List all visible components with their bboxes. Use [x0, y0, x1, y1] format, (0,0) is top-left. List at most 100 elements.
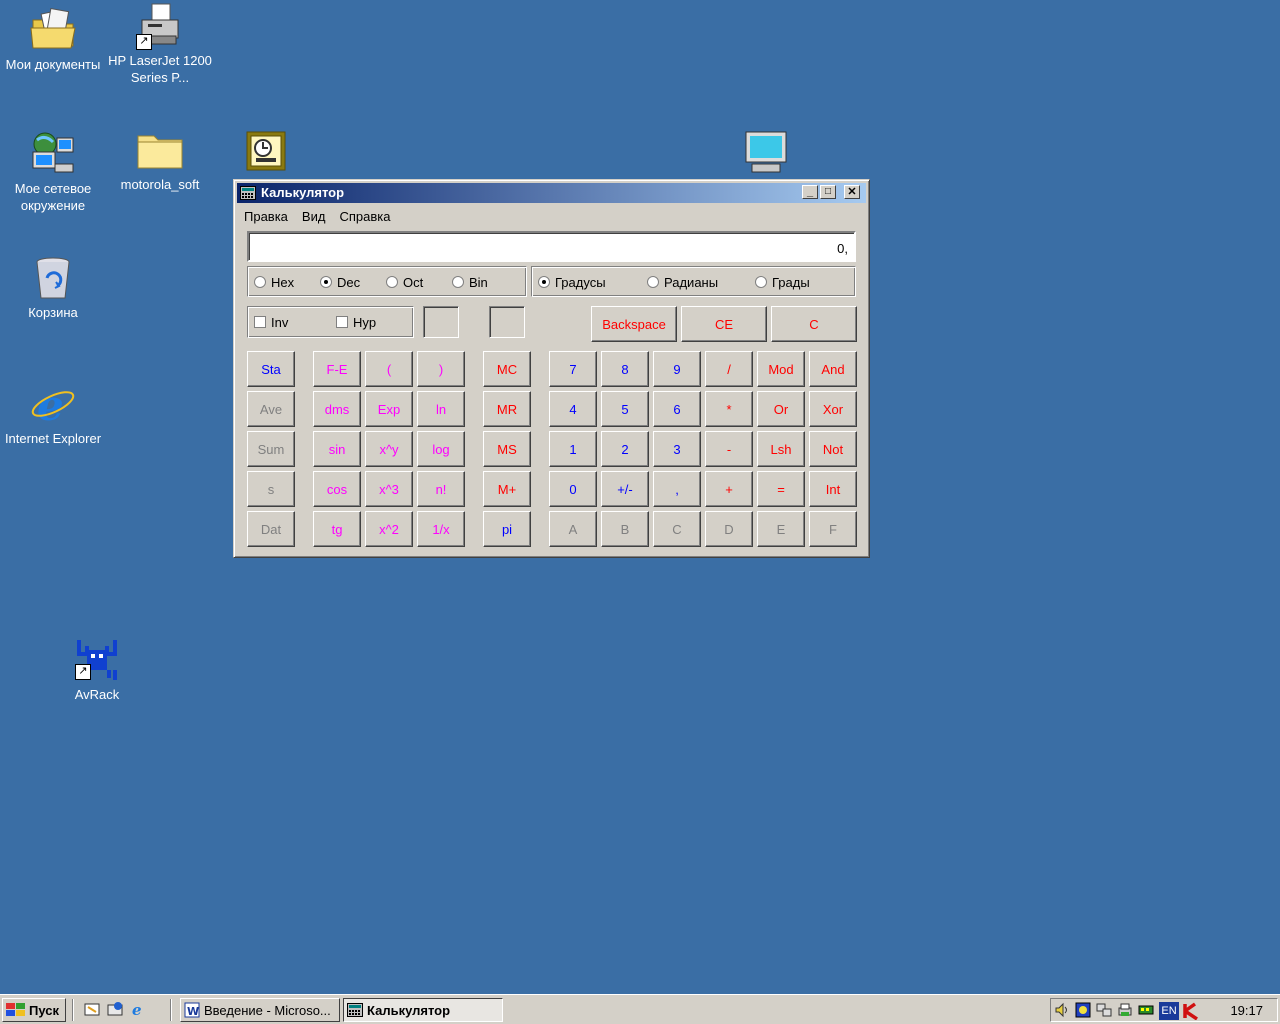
digit-2-button[interactable]: 2 [601, 431, 649, 467]
start-label: Пуск [29, 1002, 59, 1018]
network-connection-icon[interactable] [1096, 1002, 1112, 1018]
digit-5-button[interactable]: 5 [601, 391, 649, 427]
sci-button[interactable]: cos [313, 471, 361, 507]
hex-c-button[interactable]: C [653, 511, 701, 547]
digit-6-button[interactable]: 6 [653, 391, 701, 427]
desktop-icon-motorola-soft[interactable]: motorola_soft [105, 126, 215, 193]
sci-button[interactable]: ln [417, 391, 465, 427]
sci-button[interactable]: F-E [313, 351, 361, 387]
radio-oct[interactable]: Oct [386, 275, 423, 290]
sci-button[interactable]: log [417, 431, 465, 467]
internet-explorer-quicklaunch-icon[interactable]: e [130, 1001, 146, 1017]
stat-button-sum[interactable]: Sum [247, 431, 295, 467]
backspace-button[interactable]: Backspace [591, 306, 677, 342]
clock[interactable]: 19:17 [1230, 1003, 1263, 1018]
menu-view[interactable]: Вид [295, 207, 333, 226]
sci-button[interactable]: x^2 [365, 511, 413, 547]
title-bar[interactable]: Калькулятор _ □ ✕ [237, 183, 866, 203]
clear-entry-button[interactable]: CE [681, 306, 767, 342]
sci-button[interactable]: dms [313, 391, 361, 427]
sci-button[interactable]: ) [417, 351, 465, 387]
sci-button[interactable]: 1/x [417, 511, 465, 547]
sci-button[interactable]: x^3 [365, 471, 413, 507]
stat-button-s[interactable]: s [247, 471, 295, 507]
stat-button-sta[interactable]: Sta [247, 351, 295, 387]
hex-f-button[interactable]: F [809, 511, 857, 547]
desktop-icon-internet-explorer[interactable]: e Internet Explorer [0, 380, 108, 447]
desktop-icon-printer[interactable]: ↗ HP LaserJet 1200 Series P... [105, 2, 215, 86]
start-button[interactable]: Пуск [2, 998, 66, 1022]
desktop-icon-scheduler[interactable] [246, 131, 286, 171]
memory-store-button[interactable]: MS [483, 431, 531, 467]
equals-button[interactable]: = [757, 471, 805, 507]
decimal-button[interactable]: , [653, 471, 701, 507]
stat-button-ave[interactable]: Ave [247, 391, 295, 427]
antivirus-monitor-icon[interactable] [1075, 1002, 1091, 1018]
hex-a-button[interactable]: A [549, 511, 597, 547]
digit-3-button[interactable]: 3 [653, 431, 701, 467]
maximize-button[interactable]: □ [820, 185, 836, 199]
radio-hex[interactable]: Hex [254, 275, 294, 290]
desktop-icon-network[interactable]: Мое сетевое окружение [0, 130, 108, 214]
desktop-icon-label: AvRack [74, 687, 120, 702]
memory-clear-button[interactable]: MC [483, 351, 531, 387]
sci-button[interactable]: sin [313, 431, 361, 467]
menu-help[interactable]: Справка [332, 207, 397, 226]
language-indicator[interactable]: EN [1159, 1002, 1179, 1020]
add-button[interactable]: + [705, 471, 753, 507]
hex-b-button[interactable]: B [601, 511, 649, 547]
memory-recall-button[interactable]: MR [483, 391, 531, 427]
or-button[interactable]: Or [757, 391, 805, 427]
sci-button[interactable]: ( [365, 351, 413, 387]
divide-button[interactable]: / [705, 351, 753, 387]
radio-dec[interactable]: Dec [320, 275, 360, 290]
multiply-button[interactable]: * [705, 391, 753, 427]
desktop-icon-my-documents[interactable]: Мои документы [0, 6, 108, 73]
negate-button[interactable]: +/- [601, 471, 649, 507]
show-desktop-icon[interactable] [84, 1001, 100, 1017]
task-label: Введение - Microso... [204, 1002, 331, 1018]
desktop-icon-avrack[interactable]: ↗ AvRack [42, 636, 152, 703]
desktop-icon-my-computer[interactable] [742, 130, 790, 178]
kaspersky-icon[interactable] [1182, 1002, 1202, 1020]
digit-9-button[interactable]: 9 [653, 351, 701, 387]
mod-button[interactable]: Mod [757, 351, 805, 387]
checkbox-hyp[interactable]: Hyp [336, 315, 376, 330]
digit-1-button[interactable]: 1 [549, 431, 597, 467]
minimize-button[interactable]: _ [802, 185, 818, 199]
hex-d-button[interactable]: D [705, 511, 753, 547]
memory-add-button[interactable]: M+ [483, 471, 531, 507]
digit-4-button[interactable]: 4 [549, 391, 597, 427]
sci-button[interactable]: Exp [365, 391, 413, 427]
radio-radians[interactable]: Радианы [647, 275, 718, 290]
digit-8-button[interactable]: 8 [601, 351, 649, 387]
outlook-express-icon[interactable] [107, 1001, 123, 1017]
not-button[interactable]: Not [809, 431, 857, 467]
printer-tray-icon[interactable] [1117, 1002, 1133, 1018]
pi-button[interactable]: pi [483, 511, 531, 547]
and-button[interactable]: And [809, 351, 857, 387]
desktop-icon-recycle-bin[interactable]: Корзина [0, 254, 108, 321]
int-button[interactable]: Int [809, 471, 857, 507]
checkbox-inv[interactable]: Inv [254, 315, 288, 330]
sci-button[interactable]: x^y [365, 431, 413, 467]
radio-bin[interactable]: Bin [452, 275, 488, 290]
clear-button[interactable]: C [771, 306, 857, 342]
taskbar-task-calculator[interactable]: Калькулятор [343, 998, 503, 1022]
menu-edit[interactable]: Правка [237, 207, 295, 226]
radio-grads[interactable]: Грады [755, 275, 810, 290]
hardware-tray-icon[interactable] [1138, 1002, 1154, 1018]
subtract-button[interactable]: - [705, 431, 753, 467]
xor-button[interactable]: Xor [809, 391, 857, 427]
volume-icon[interactable] [1054, 1002, 1070, 1018]
taskbar-task-word[interactable]: W Введение - Microso... [180, 998, 340, 1022]
radio-degrees[interactable]: Градусы [538, 275, 606, 290]
close-button[interactable]: ✕ [844, 185, 860, 199]
digit-7-button[interactable]: 7 [549, 351, 597, 387]
hex-e-button[interactable]: E [757, 511, 805, 547]
digit-0-button[interactable]: 0 [549, 471, 597, 507]
sci-button[interactable]: n! [417, 471, 465, 507]
stat-button-dat[interactable]: Dat [247, 511, 295, 547]
sci-button[interactable]: tg [313, 511, 361, 547]
lsh-button[interactable]: Lsh [757, 431, 805, 467]
